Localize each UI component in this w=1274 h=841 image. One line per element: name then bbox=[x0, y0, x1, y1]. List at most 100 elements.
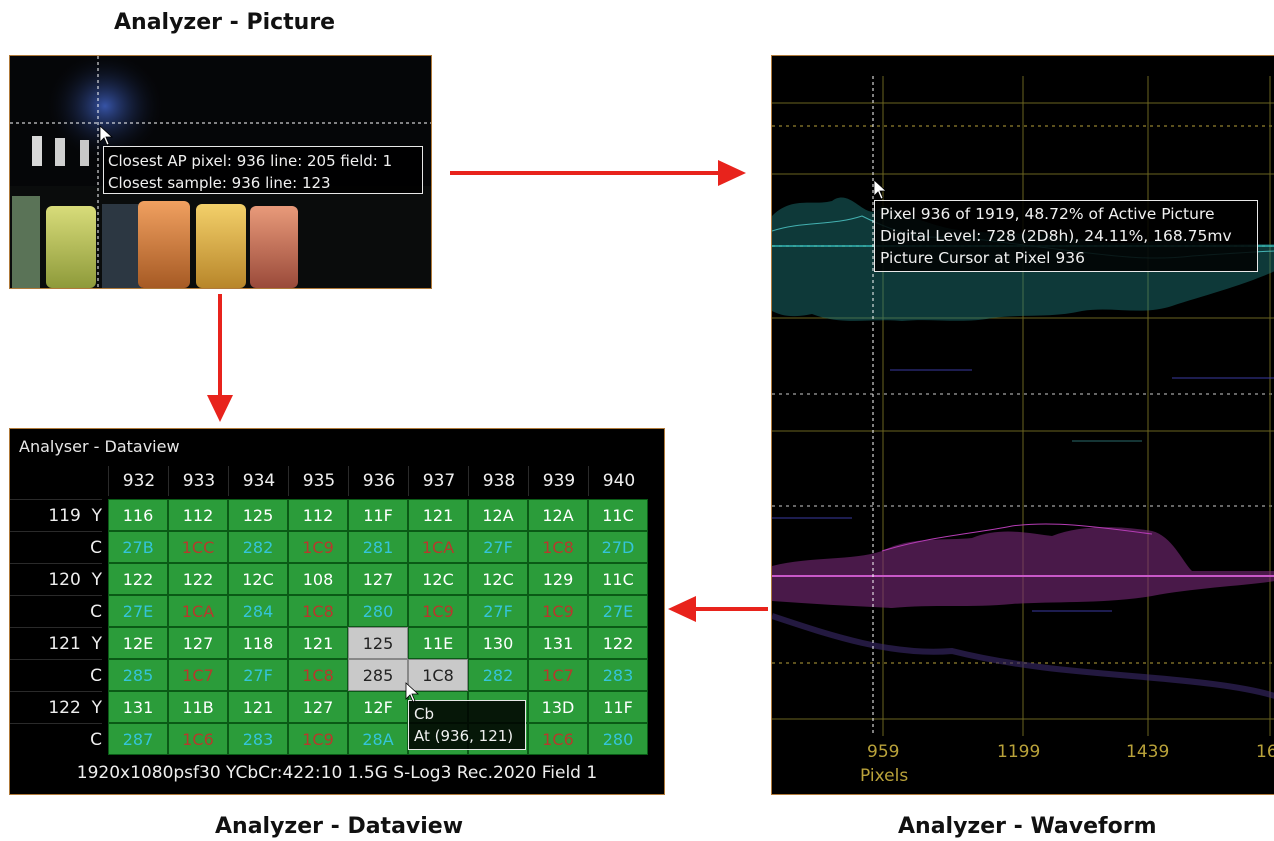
data-cell[interactable]: 12A bbox=[468, 499, 528, 531]
data-cell[interactable]: 11C bbox=[588, 499, 648, 531]
data-cell[interactable]: 287 bbox=[108, 723, 168, 755]
waveform-graticule bbox=[772, 76, 1274, 736]
data-cell[interactable]: 125 bbox=[348, 627, 408, 659]
data-cell[interactable]: 27E bbox=[588, 595, 648, 627]
data-cell[interactable]: 27E bbox=[108, 595, 168, 627]
row-label: 119 Y bbox=[10, 499, 102, 532]
data-cell[interactable]: 118 bbox=[228, 627, 288, 659]
data-cell[interactable]: 283 bbox=[228, 723, 288, 755]
data-cell[interactable]: 13D bbox=[528, 691, 588, 723]
data-cell[interactable]: 1C6 bbox=[528, 723, 588, 755]
data-cell[interactable]: 1CC bbox=[168, 531, 228, 563]
data-cell[interactable]: 1C8 bbox=[288, 659, 348, 691]
data-cell[interactable]: 1C9 bbox=[288, 723, 348, 755]
data-cell[interactable]: 1C8 bbox=[528, 531, 588, 563]
data-cell[interactable]: 282 bbox=[228, 531, 288, 563]
data-cell[interactable]: 28A bbox=[348, 723, 408, 755]
data-cell[interactable]: 27B bbox=[108, 531, 168, 563]
dataview-tooltip-line1: Cb bbox=[414, 705, 434, 723]
waveform-tooltip-line2: Digital Level: 728 (2D8h), 24.11%, 168.7… bbox=[880, 227, 1232, 245]
data-cell[interactable]: 108 bbox=[288, 563, 348, 595]
data-cell[interactable]: 12E bbox=[108, 627, 168, 659]
waveform-x-tick: 16 bbox=[1256, 742, 1274, 762]
data-cell[interactable]: 283 bbox=[588, 659, 648, 691]
column-header: 932 bbox=[108, 466, 169, 496]
data-cell[interactable]: 1C6 bbox=[168, 723, 228, 755]
data-cell[interactable]: 129 bbox=[528, 563, 588, 595]
picture-panel[interactable]: Closest AP pixel: 936 line: 205 field: 1… bbox=[9, 55, 432, 289]
picture-tooltip-line1: Closest AP pixel: 936 line: 205 field: 1 bbox=[108, 152, 393, 170]
caption-dataview: Analyzer - Dataview bbox=[215, 814, 464, 839]
data-cell[interactable]: 116 bbox=[108, 499, 168, 531]
data-cell[interactable]: 285 bbox=[348, 659, 408, 691]
data-cell[interactable]: 12F bbox=[348, 691, 408, 723]
data-cell[interactable]: 284 bbox=[228, 595, 288, 627]
data-cell[interactable]: 285 bbox=[108, 659, 168, 691]
waveform-tooltip-line1: Pixel 936 of 1919, 48.72% of Active Pict… bbox=[880, 205, 1215, 223]
data-cell[interactable]: 112 bbox=[288, 499, 348, 531]
column-header: 940 bbox=[588, 466, 649, 496]
waveform-x-tick: 1199 bbox=[997, 742, 1041, 762]
column-header: 938 bbox=[468, 466, 529, 496]
data-cell[interactable]: 125 bbox=[228, 499, 288, 531]
data-cell[interactable]: 27F bbox=[468, 595, 528, 627]
row-label: 120 Y bbox=[10, 563, 102, 596]
data-cell[interactable]: 1C7 bbox=[168, 659, 228, 691]
data-cell[interactable]: 12C bbox=[228, 563, 288, 595]
data-cell[interactable]: 127 bbox=[288, 691, 348, 723]
data-cell[interactable]: 27F bbox=[468, 531, 528, 563]
waveform-panel[interactable]: Pixel 936 of 1919, 48.72% of Active Pict… bbox=[771, 55, 1274, 795]
data-cell[interactable]: 1C8 bbox=[288, 595, 348, 627]
data-cell[interactable]: 1CA bbox=[408, 531, 468, 563]
data-cell[interactable]: 131 bbox=[528, 627, 588, 659]
data-cell[interactable]: 12C bbox=[468, 563, 528, 595]
data-cell[interactable]: 121 bbox=[228, 691, 288, 723]
data-cell[interactable]: 27F bbox=[228, 659, 288, 691]
data-cell[interactable]: 127 bbox=[348, 563, 408, 595]
data-cell[interactable]: 11E bbox=[408, 627, 468, 659]
mouse-cursor-icon bbox=[405, 682, 420, 703]
data-cell[interactable]: 112 bbox=[168, 499, 228, 531]
row-label: C bbox=[10, 595, 102, 628]
data-cell[interactable]: 282 bbox=[468, 659, 528, 691]
column-header: 939 bbox=[528, 466, 589, 496]
data-cell[interactable]: 280 bbox=[588, 723, 648, 755]
waveform-x-axis-label: Pixels bbox=[860, 766, 909, 786]
row-label: C bbox=[10, 531, 102, 564]
caption-picture: Analyzer - Picture bbox=[114, 10, 336, 35]
data-cell[interactable]: 11F bbox=[588, 691, 648, 723]
row-label: 121 Y bbox=[10, 627, 102, 660]
data-cell[interactable]: 12C bbox=[408, 563, 468, 595]
waveform-x-tick: 1439 bbox=[1126, 742, 1170, 762]
dataview-status-footer: 1920x1080psf30 YCbCr:422:10 1.5G S-Log3 … bbox=[76, 763, 598, 783]
data-cell[interactable]: 127 bbox=[168, 627, 228, 659]
data-cell[interactable]: 1CA bbox=[168, 595, 228, 627]
data-cell[interactable]: 121 bbox=[288, 627, 348, 659]
data-cell[interactable]: 11F bbox=[348, 499, 408, 531]
data-cell[interactable]: 130 bbox=[468, 627, 528, 659]
data-cell[interactable]: 1C9 bbox=[528, 595, 588, 627]
data-cell[interactable]: 11B bbox=[168, 691, 228, 723]
data-cell[interactable]: 12A bbox=[528, 499, 588, 531]
data-cell[interactable]: 131 bbox=[108, 691, 168, 723]
data-cell[interactable]: 280 bbox=[348, 595, 408, 627]
data-cell[interactable]: 1C9 bbox=[408, 595, 468, 627]
data-cell[interactable]: 122 bbox=[168, 563, 228, 595]
row-label: C bbox=[10, 659, 102, 692]
column-header: 934 bbox=[228, 466, 289, 496]
arrow-picture-to-dataview bbox=[207, 294, 233, 422]
data-cell[interactable]: 1C7 bbox=[528, 659, 588, 691]
data-cell[interactable]: 122 bbox=[588, 627, 648, 659]
column-header: 936 bbox=[348, 466, 409, 496]
data-cell[interactable]: 11C bbox=[588, 563, 648, 595]
data-cell[interactable]: 121 bbox=[408, 499, 468, 531]
data-cell[interactable]: 122 bbox=[108, 563, 168, 595]
column-header: 933 bbox=[168, 466, 229, 496]
row-label: C bbox=[10, 723, 102, 756]
dataview-panel[interactable]: Analyser - Dataview 932 933 934 935 936 937 93… bbox=[9, 428, 665, 795]
data-cell[interactable]: 1C9 bbox=[288, 531, 348, 563]
data-cell[interactable]: 281 bbox=[348, 531, 408, 563]
data-cell[interactable]: 27D bbox=[588, 531, 648, 563]
caption-waveform: Analyzer - Waveform bbox=[898, 814, 1157, 839]
picture-tooltip-line2: Closest sample: 936 line: 123 bbox=[108, 174, 331, 192]
